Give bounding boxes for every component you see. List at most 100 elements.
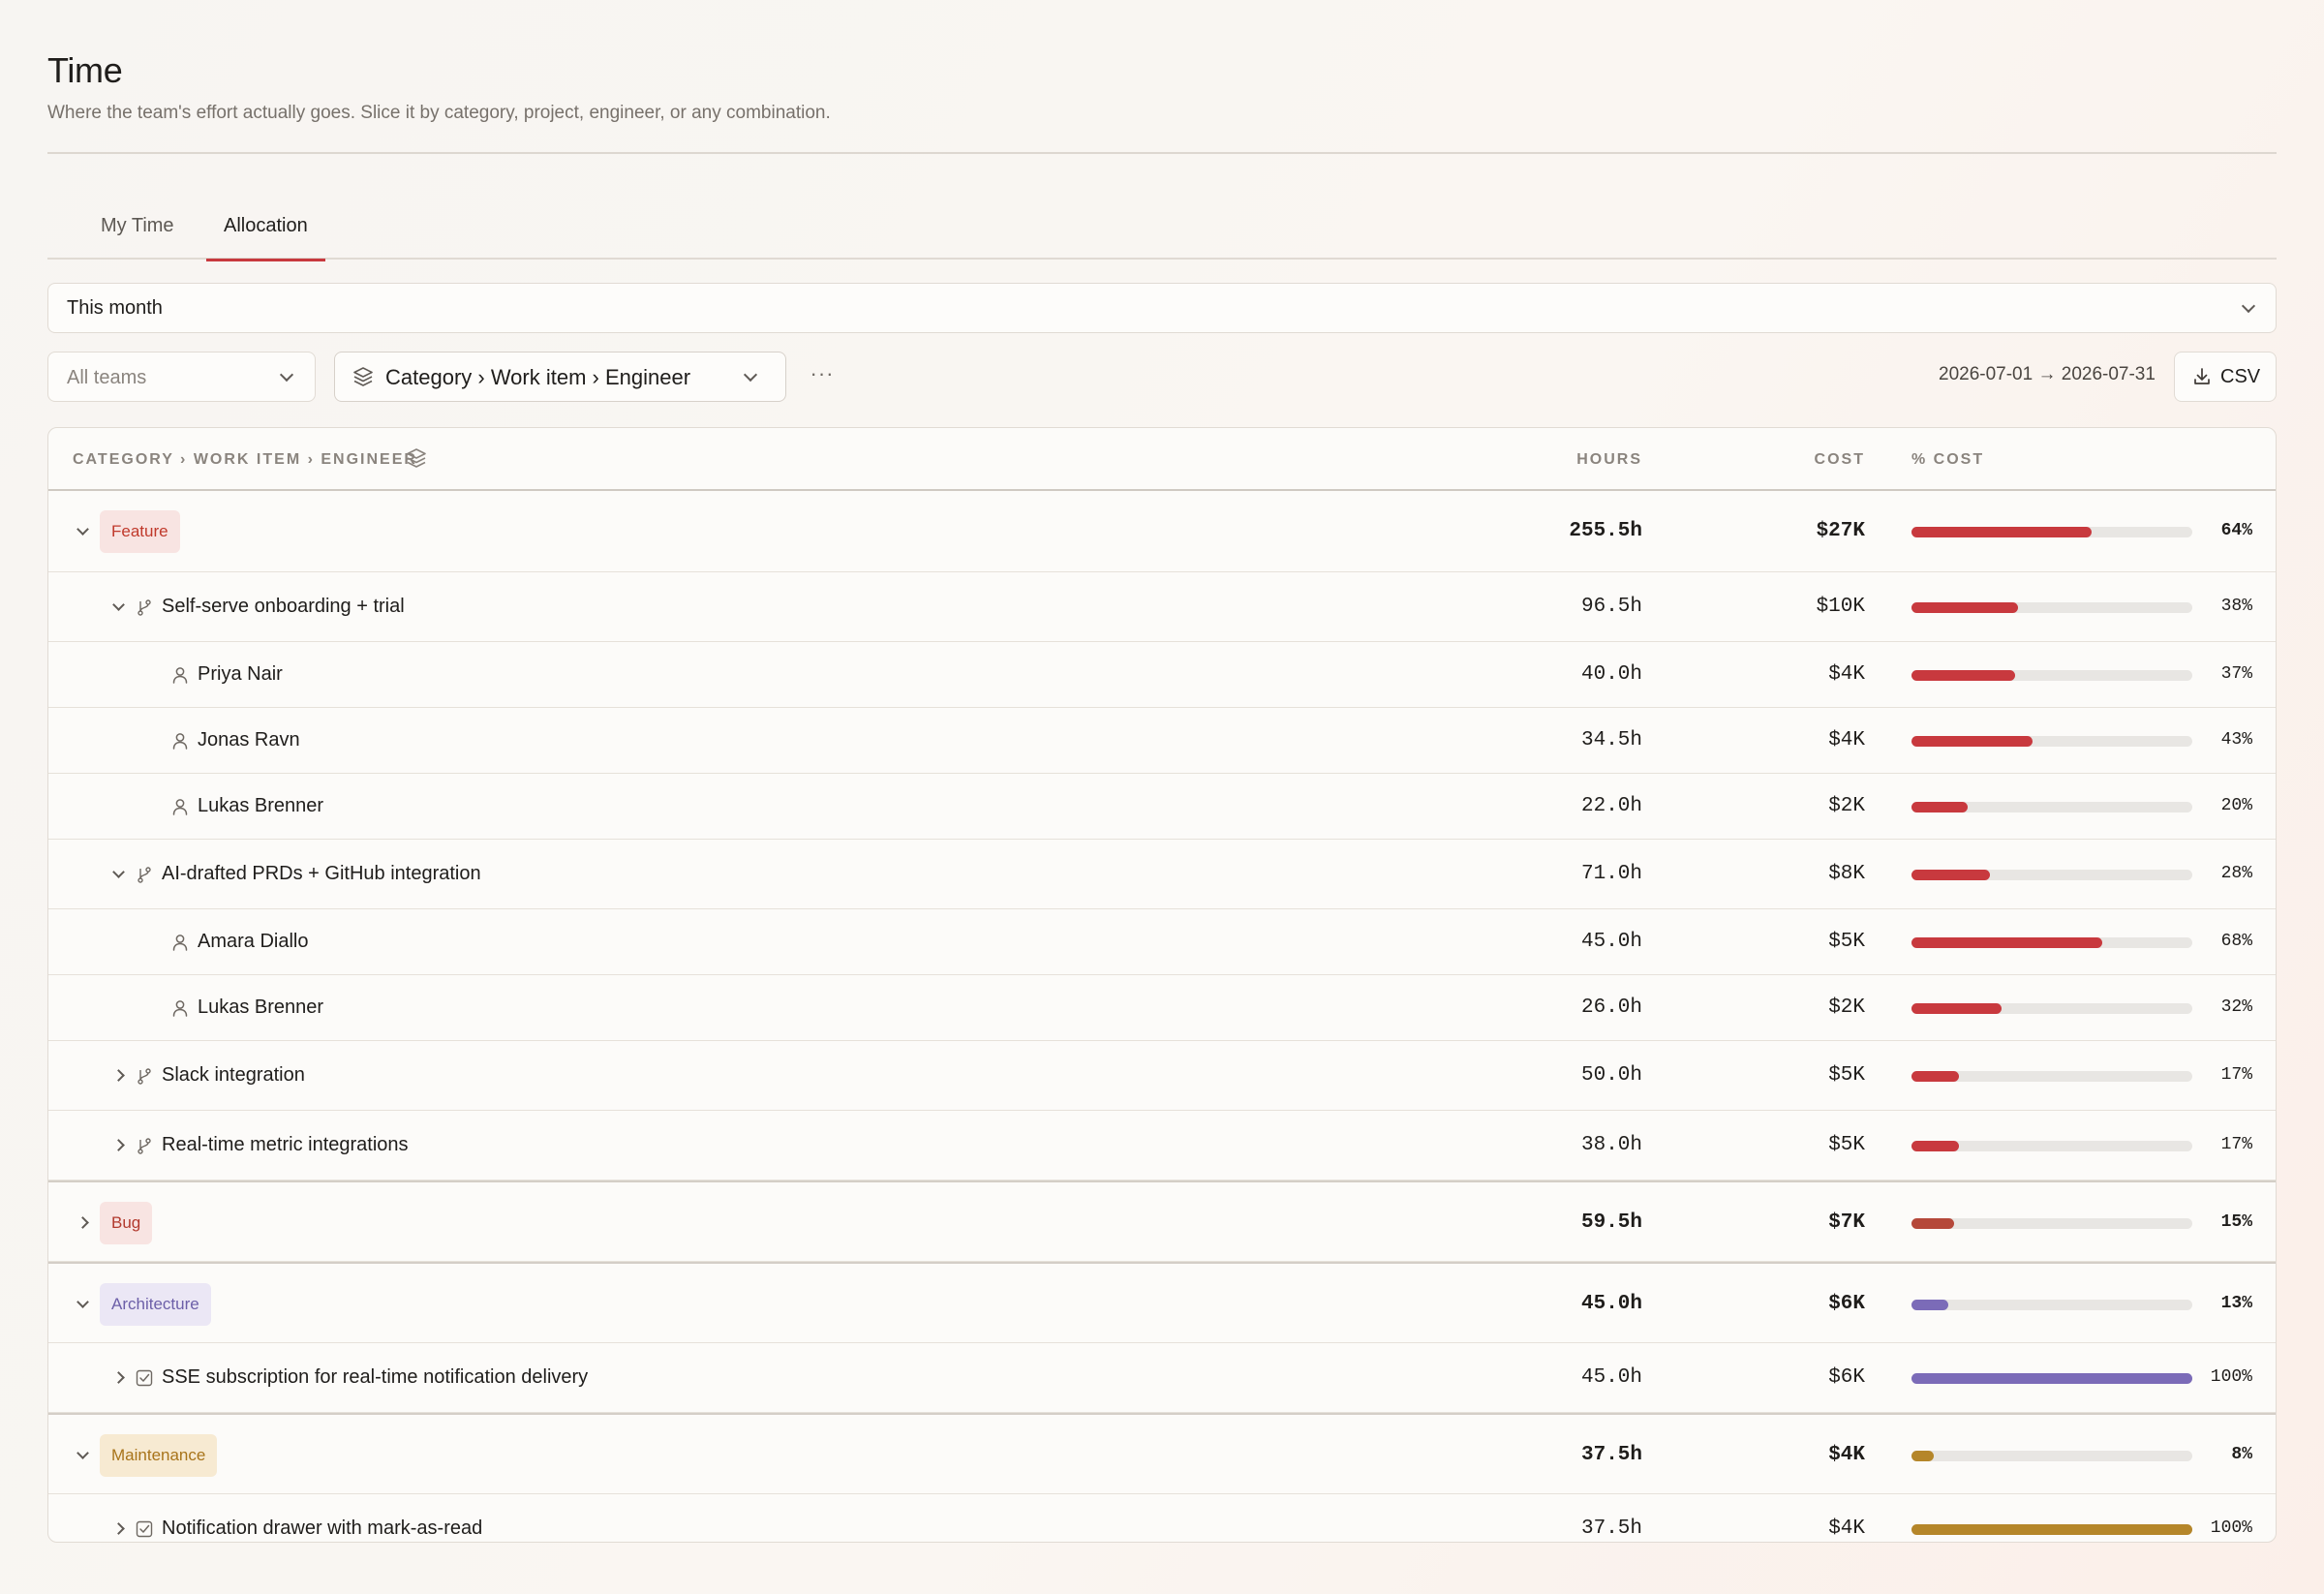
category-row[interactable]: Maintenance 37.5h $4K 8% [48, 1413, 2276, 1494]
cost-value: $4K [1828, 1444, 1865, 1466]
person-icon [172, 935, 188, 951]
work-item-row[interactable]: Real-time metric integrations 38.0h $5K 17% [48, 1111, 2276, 1180]
branch-icon [138, 599, 151, 616]
pct-cost-value: 100% [2210, 1518, 2252, 1538]
cost-value: $10K [1816, 596, 1865, 618]
cost-share-bar [1911, 937, 2192, 948]
engineer-name: Lukas Brenner [198, 996, 324, 1018]
work-item-label: SSE subscription for real-time notificat… [162, 1366, 589, 1388]
branch-icon [138, 1068, 151, 1085]
chevron-right-icon[interactable] [112, 1522, 125, 1535]
pct-cost-value: 28% [2220, 864, 2252, 883]
teams-select-placeholder: All teams [67, 367, 147, 388]
cost-share-bar-fill [1911, 527, 2092, 537]
allocation-table: CATEGORY › WORK ITEM › ENGINEER HOURS CO… [47, 427, 2277, 1543]
cost-share-bar-fill [1911, 1524, 2192, 1535]
more-options-button[interactable]: ··· [799, 358, 845, 397]
work-item-row[interactable]: SSE subscription for real-time notificat… [48, 1343, 2276, 1413]
chevron-down-icon [279, 367, 294, 383]
cost-value: $5K [1828, 931, 1865, 953]
chevron-down-icon[interactable] [76, 1447, 89, 1459]
cost-share-bar-fill [1911, 870, 1990, 880]
person-icon [172, 799, 188, 815]
hours-value: 37.5h [1580, 1444, 1642, 1466]
category-row[interactable]: Architecture 45.0h $6K 13% [48, 1262, 2276, 1343]
hours-value: 50.0h [1580, 1064, 1642, 1087]
pct-cost-value: 15% [2220, 1212, 2252, 1232]
cost-value: $2K [1828, 795, 1865, 817]
column-header-pct-cost[interactable]: % COST [1911, 451, 1984, 469]
work-item-row[interactable]: Notification drawer with mark-as-read 37.… [48, 1494, 2276, 1542]
chevron-right-icon[interactable] [112, 1069, 125, 1082]
column-header-hours[interactable]: HOURS [1576, 451, 1642, 469]
pct-cost-value: 64% [2220, 521, 2252, 540]
cost-share-bar [1911, 870, 2192, 880]
tab-bar: My Time Allocation [47, 211, 2277, 261]
cost-share-bar-fill [1911, 1451, 1934, 1461]
cost-share-bar-fill [1911, 937, 2102, 948]
cost-value: $2K [1828, 996, 1865, 1019]
cost-share-bar-fill [1911, 1300, 1948, 1310]
chevron-down-icon[interactable] [76, 1296, 89, 1308]
chevron-right-icon[interactable] [76, 1216, 89, 1229]
chevron-down-icon[interactable] [112, 866, 125, 878]
person-icon [172, 733, 188, 750]
layers-icon [407, 448, 426, 468]
cost-share-bar-fill [1911, 670, 2015, 681]
engineer-name: Amara Diallo [198, 931, 309, 952]
cost-value: $6K [1828, 1293, 1865, 1315]
cost-share-bar-fill [1911, 1141, 1959, 1151]
csv-export-button[interactable]: CSV [2174, 352, 2277, 402]
engineer-name: Lukas Brenner [198, 795, 324, 816]
column-header-cost[interactable]: COST [1815, 451, 1865, 469]
pct-cost-value: 38% [2220, 597, 2252, 616]
chevron-down-icon[interactable] [76, 523, 89, 536]
work-item-label: Real-time metric integrations [162, 1134, 409, 1155]
date-range-select[interactable]: This month [47, 283, 2277, 333]
tab-allocation[interactable]: Allocation [206, 215, 325, 261]
work-item-row[interactable]: Self-serve onboarding + trial 96.5h $10K 38… [48, 572, 2276, 642]
cost-value: $4K [1828, 663, 1865, 686]
teams-select[interactable]: All teams [47, 352, 316, 402]
category-badge: Bug [100, 1202, 153, 1244]
pct-cost-value: 37% [2220, 664, 2252, 684]
hours-value: 45.0h [1580, 931, 1642, 953]
cost-share-bar [1911, 1003, 2192, 1014]
cost-share-bar-fill [1911, 1071, 1959, 1082]
grouping-select[interactable]: Category › Work item › Engineer [334, 352, 786, 402]
engineer-row: Priya Nair 40.0h $4K 37% [48, 642, 2276, 708]
cost-share-bar [1911, 1141, 2192, 1151]
pct-cost-value: 17% [2220, 1135, 2252, 1154]
category-row[interactable]: Feature 255.5h $27K 64% [48, 491, 2276, 572]
download-icon [2194, 368, 2210, 384]
chevron-right-icon[interactable] [112, 1139, 125, 1151]
hours-value: 71.0h [1580, 863, 1642, 885]
pct-cost-value: 13% [2220, 1294, 2252, 1313]
category-badge: Maintenance [100, 1434, 218, 1477]
pct-cost-value: 17% [2220, 1065, 2252, 1085]
hours-value: 37.5h [1580, 1517, 1642, 1540]
cost-share-bar [1911, 1300, 2192, 1310]
category-badge: Architecture [100, 1283, 211, 1326]
cost-value: $5K [1828, 1064, 1865, 1087]
pct-cost-value: 20% [2220, 796, 2252, 815]
work-item-label: Notification drawer with mark-as-read [162, 1517, 483, 1539]
chevron-down-icon[interactable] [112, 598, 125, 611]
work-item-row[interactable]: Slack integration 50.0h $5K 17% [48, 1041, 2276, 1111]
work-item-row[interactable]: AI-drafted PRDs + GitHub integration 71.0… [48, 840, 2276, 909]
cost-share-bar-fill [1911, 802, 1968, 812]
pct-cost-value: 100% [2210, 1367, 2252, 1387]
category-row[interactable]: Bug 59.5h $7K 15% [48, 1180, 2276, 1262]
hours-value: 38.0h [1580, 1134, 1642, 1156]
checkbox-icon [136, 1369, 153, 1387]
tab-my-time[interactable]: My Time [101, 215, 174, 260]
date-range-label: 2026-07-01 → 2026-07-31 [1939, 364, 2156, 384]
cost-value: $6K [1828, 1366, 1865, 1389]
cost-share-bar-fill [1911, 736, 2033, 747]
column-header-group[interactable]: CATEGORY › WORK ITEM › ENGINEER [73, 451, 417, 469]
cost-share-bar [1911, 602, 2192, 613]
chevron-right-icon[interactable] [112, 1371, 125, 1384]
cost-share-bar-fill [1911, 1003, 2002, 1014]
cost-value: $4K [1828, 1517, 1865, 1540]
cost-share-bar [1911, 527, 2192, 537]
